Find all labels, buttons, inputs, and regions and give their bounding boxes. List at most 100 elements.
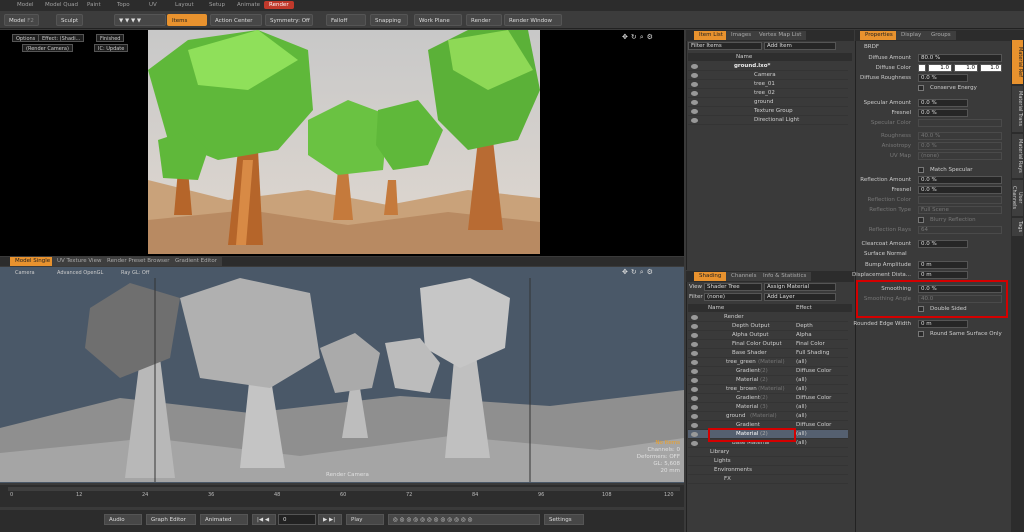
action-center-dropdown[interactable]: Action Center xyxy=(210,14,262,26)
tab-uv[interactable]: UV xyxy=(144,1,162,9)
shader-row[interactable]: Final Color Output Final Color xyxy=(688,340,848,349)
eye-icon[interactable] xyxy=(691,378,698,383)
eye-icon[interactable] xyxy=(691,324,698,329)
eye-icon[interactable] xyxy=(691,109,698,114)
viewport-nav-icons[interactable]: ✥↻⌕⚙ xyxy=(622,268,670,276)
eye-icon[interactable] xyxy=(691,441,698,446)
rounded-edge-field[interactable]: 0 m xyxy=(918,320,968,328)
eye-icon[interactable] xyxy=(691,333,698,338)
tab-info-statistics[interactable]: Info & Statistics xyxy=(758,272,812,281)
shader-row[interactable]: Gradient (2) Diffuse Color xyxy=(688,367,848,376)
shader-row[interactable]: Gradient (2) Diffuse Color xyxy=(688,394,848,403)
view-nav-icons[interactable]: ✥↻⌕⚙ xyxy=(622,33,670,41)
shader-row[interactable]: Render xyxy=(688,313,848,322)
ic-update-button[interactable]: IC: Update xyxy=(94,44,129,52)
side-tab-material-ref[interactable]: Material Ref xyxy=(1012,40,1023,84)
tab-properties[interactable]: Properties xyxy=(860,31,898,40)
list-item[interactable]: ground.lxo* xyxy=(688,62,848,71)
side-tab-material-trans[interactable]: Material Trans xyxy=(1012,86,1023,132)
items-button[interactable]: Items xyxy=(167,14,207,26)
side-tab-user-channels[interactable]: User Channels xyxy=(1011,180,1023,216)
eye-icon[interactable] xyxy=(691,91,698,96)
play-button[interactable]: Play xyxy=(346,514,384,525)
animated-dropdown[interactable]: Animated xyxy=(200,514,248,525)
conserve-energy-checkbox[interactable] xyxy=(918,85,924,91)
model-mode-button[interactable]: Model F2 xyxy=(4,14,39,26)
tab-display[interactable]: Display xyxy=(896,31,927,40)
diffuse-roughness-field[interactable]: 0.0 % xyxy=(918,74,968,82)
eye-icon[interactable] xyxy=(691,118,698,123)
tab-images[interactable]: Images xyxy=(726,31,757,40)
frame-field[interactable]: 0 xyxy=(278,514,316,525)
uv-map-dropdown[interactable]: (none) xyxy=(918,152,1002,160)
select-mode-icons[interactable]: ▼ ▼ ▼ ▼ xyxy=(114,14,166,26)
surface-normal-header[interactable]: Surface Normal xyxy=(864,251,907,257)
render-options-button[interactable]: Options xyxy=(12,34,40,42)
eye-icon[interactable] xyxy=(691,342,698,347)
shader-row[interactable]: Environments xyxy=(688,466,848,475)
viewport-camera-dropdown[interactable]: Camera xyxy=(12,269,38,277)
tab-layout[interactable]: Layout xyxy=(170,1,199,9)
list-item[interactable]: ground xyxy=(688,98,848,107)
tab-groups[interactable]: Groups xyxy=(926,31,956,40)
tab-model[interactable]: Model xyxy=(12,1,39,9)
timeline[interactable]: 0 12 24 36 48 60 72 84 96 108 120 xyxy=(0,485,684,507)
tab-render-preset-browser[interactable]: Render Preset Browser xyxy=(102,257,175,266)
tab-model-single[interactable]: Model Single xyxy=(10,257,56,266)
bump-amplitude-field[interactable]: 0 m xyxy=(918,261,968,269)
diffuse-color-g[interactable]: 1.0 xyxy=(954,64,978,72)
shader-row[interactable]: tree_brown (Material) (all) xyxy=(688,385,848,394)
fresnel2-field[interactable]: 0.0 % xyxy=(918,186,1002,194)
render-button[interactable]: Render xyxy=(466,14,502,26)
tab-render[interactable]: Render xyxy=(264,1,294,9)
reflection-amount-field[interactable]: 0.0 % xyxy=(918,176,1002,184)
match-specular-checkbox[interactable] xyxy=(918,167,924,173)
diffuse-color-swatch[interactable] xyxy=(918,64,926,72)
render-window-button[interactable]: Render Window xyxy=(504,14,562,26)
list-item[interactable]: tree_02 xyxy=(688,89,848,98)
eye-icon[interactable] xyxy=(691,432,698,437)
work-plane-dropdown[interactable]: Work Plane xyxy=(414,14,462,26)
reflection-type-dropdown[interactable]: Full Scene xyxy=(918,206,1002,214)
graph-editor-button[interactable]: Graph Editor xyxy=(146,514,196,525)
blurry-reflection-checkbox[interactable] xyxy=(918,217,924,223)
tab-vertex-map-list[interactable]: Vertex Map List xyxy=(754,31,807,40)
brdf-section-header[interactable]: BRDF xyxy=(864,44,879,50)
list-item[interactable]: Camera xyxy=(688,71,848,80)
tab-paint[interactable]: Paint xyxy=(82,1,106,9)
reflection-color-field[interactable] xyxy=(918,196,1002,204)
anisotropy-field[interactable]: 0.0 % xyxy=(918,142,1002,150)
tab-animate[interactable]: Animate xyxy=(232,1,265,9)
add-item-dropdown[interactable]: Add Item xyxy=(764,42,836,50)
symmetry-dropdown[interactable]: Symmetry: Off xyxy=(265,14,313,26)
eye-icon[interactable] xyxy=(691,414,698,419)
render-effect-dropdown[interactable]: Effect: (Shadi... xyxy=(38,34,85,42)
list-item[interactable]: Directional Light xyxy=(688,116,848,125)
shader-row[interactable]: Depth Output Depth xyxy=(688,322,848,331)
list-item[interactable]: tree_01 xyxy=(688,80,848,89)
eye-icon[interactable] xyxy=(691,351,698,356)
falloff-dropdown[interactable]: Falloff xyxy=(326,14,366,26)
timeline-track[interactable] xyxy=(8,487,680,491)
clearcoat-field[interactable]: 0.0 % xyxy=(918,240,968,248)
shader-row[interactable]: Lights xyxy=(688,457,848,466)
eye-icon[interactable] xyxy=(691,423,698,428)
eye-icon[interactable] xyxy=(691,396,698,401)
audio-button[interactable]: Audio xyxy=(104,514,142,525)
eye-icon[interactable] xyxy=(691,100,698,105)
shader-row[interactable]: Material (2) (all) xyxy=(688,376,848,385)
tab-model-quad[interactable]: Model Quad xyxy=(40,1,83,9)
shader-row[interactable]: FX xyxy=(688,475,848,484)
eye-icon[interactable] xyxy=(691,387,698,392)
filter-items-dropdown[interactable]: Filter Items xyxy=(688,42,762,50)
side-tab-material-rays[interactable]: Material Rays xyxy=(1012,134,1023,178)
snapping-button[interactable]: Snapping xyxy=(370,14,408,26)
side-tab-tags[interactable]: Tags xyxy=(1012,218,1023,236)
diffuse-amount-field[interactable]: 80.0 % xyxy=(918,54,1002,62)
tab-setup[interactable]: Setup xyxy=(204,1,230,9)
tab-shading[interactable]: Shading xyxy=(694,272,727,281)
displacement-field[interactable]: 0 m xyxy=(918,271,968,279)
eye-icon[interactable] xyxy=(691,315,698,320)
next-key-buttons[interactable]: ▶ ▶| xyxy=(318,514,342,525)
eye-icon[interactable] xyxy=(691,360,698,365)
